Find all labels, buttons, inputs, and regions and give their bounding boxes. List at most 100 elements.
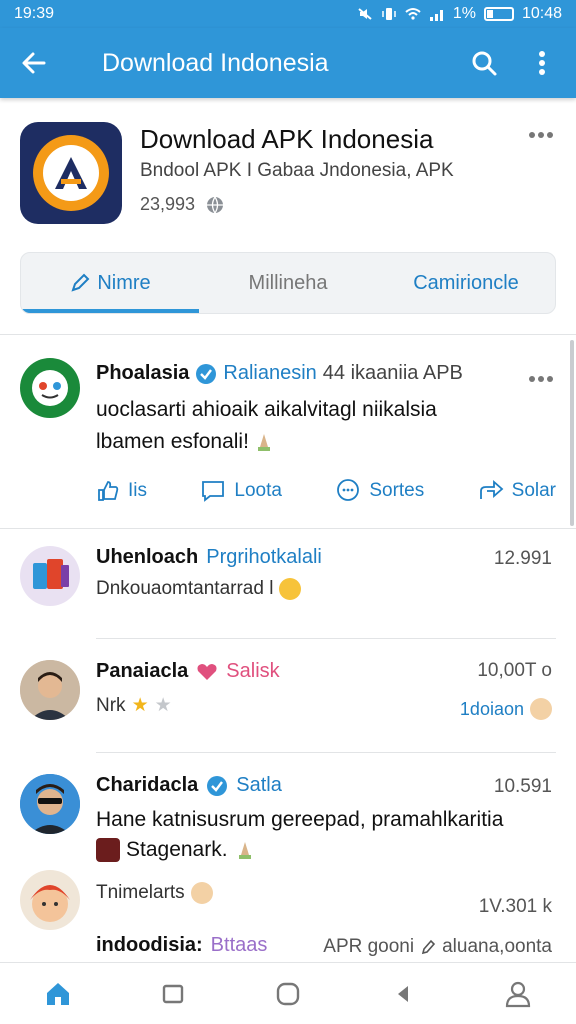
nav-home[interactable]: [28, 969, 88, 1019]
mute-icon: [358, 8, 372, 20]
pencil-icon: [71, 273, 90, 292]
comment-icon: [202, 481, 225, 502]
more-horizontal-icon: [529, 376, 553, 382]
scrollbar[interactable]: [570, 340, 574, 526]
list-item[interactable]: Tnimelarts 1V.301 k: [0, 866, 576, 936]
circle-home-icon: [276, 982, 300, 1005]
phones-avatar-icon: [33, 559, 69, 589]
divider: [0, 334, 576, 335]
pray-emoji-icon: [238, 842, 251, 859]
app-info-more-button[interactable]: [528, 126, 554, 144]
verified-icon: [207, 775, 228, 796]
item-text-2: Stagenark.: [126, 838, 228, 861]
emoji-icon: [96, 838, 120, 862]
post-header: Phoalasia Ralianesin 44 ikaaniia APB: [96, 362, 463, 385]
app-subtitle: Bndool APK I Gabaa Jndonesia, APK: [140, 160, 454, 181]
nav-back[interactable]: [373, 969, 433, 1019]
divider: [96, 752, 556, 753]
app-bar-title: Download Indonesia: [102, 48, 329, 77]
like-button[interactable]: Iis: [96, 478, 147, 504]
avatar[interactable]: [20, 358, 80, 418]
globe-icon: [207, 196, 224, 213]
item-text: Nrk: [96, 694, 126, 716]
avatar: [20, 870, 80, 930]
send-button[interactable]: Solar: [478, 478, 556, 504]
share-button[interactable]: Sortes: [335, 478, 424, 504]
share-arrow-icon: [479, 480, 504, 499]
app-meta: 23,993: [140, 194, 225, 215]
divider: [0, 528, 576, 529]
post-meta: 44 ikaaniia APB: [322, 362, 463, 384]
post-tag[interactable]: Ralianesin: [223, 362, 316, 385]
vibrate-icon: [382, 8, 396, 20]
member-count: 23,993: [140, 194, 196, 214]
battery-percent: 1%: [452, 5, 476, 22]
post-actions: Iis Loota Sortes Solar: [96, 478, 556, 504]
avatar: [20, 546, 80, 606]
bottom-nav: [0, 962, 576, 1024]
pray-emoji-icon: [257, 434, 270, 451]
profile-icon: [506, 981, 531, 1007]
square-icon: [162, 984, 183, 1003]
item-count: 12.991: [493, 548, 552, 569]
item-name: Panaiacla: [96, 660, 189, 682]
battery-icon: [483, 7, 514, 21]
nav-profile[interactable]: [488, 969, 548, 1019]
nav-recent[interactable]: [143, 969, 203, 1019]
item-name: Uhenloach: [96, 546, 199, 568]
list-item[interactable]: Charidacla Satla Hane katnisusrum gereep…: [0, 754, 576, 874]
item-meta: APR gooni: [323, 936, 415, 957]
tab-bar: Nimre Millineha Camirioncle: [20, 252, 556, 314]
post-body: uoclasarti ahioaik aikalvitagl niikalsia…: [96, 398, 437, 453]
post-author[interactable]: Phoalasia: [96, 362, 189, 385]
post-more-button[interactable]: [528, 370, 554, 388]
featured-post: Phoalasia Ralianesin 44 ikaaniia APB uoc…: [0, 340, 576, 526]
search-button[interactable]: [462, 41, 506, 85]
tab-1[interactable]: Millineha: [199, 253, 377, 313]
item-tag: Salisk: [226, 660, 280, 682]
status-clock: 10:48: [521, 5, 562, 22]
list-item[interactable]: indoodisia: Bttaas APR gooni aluana,oont…: [0, 930, 576, 962]
item-name: Tnimelarts: [96, 882, 185, 903]
emoji-icon: [530, 698, 552, 720]
tab-0[interactable]: Nimre: [21, 253, 199, 313]
back-triangle-icon: [398, 985, 409, 1002]
wifi-icon: [405, 8, 421, 20]
nav-home-circle[interactable]: [258, 969, 318, 1019]
item-tag: Satla: [236, 774, 282, 796]
app-logo: [20, 122, 122, 224]
apk-logo-icon: [55, 157, 87, 189]
item-tag: Prgrihotkalali: [206, 546, 322, 568]
avatar: [20, 660, 80, 720]
item-count: 1V.301 k: [478, 896, 552, 917]
status-bar: 19:39 1% 10:48: [0, 0, 576, 28]
arrow-left-icon: [22, 52, 46, 74]
tab-2[interactable]: Camirioncle: [377, 253, 555, 313]
back-button[interactable]: [12, 41, 56, 85]
comment-button[interactable]: Loota: [200, 478, 282, 504]
item-meta-2: aluana,oonta: [442, 936, 552, 957]
emoji-icon: [279, 578, 302, 600]
item-tag: Bttaas: [210, 934, 268, 956]
divider: [96, 638, 556, 639]
cartoon-avatar-icon: [30, 885, 70, 922]
more-vertical-icon: [539, 51, 545, 75]
pencil-icon: [422, 939, 436, 955]
item-badge: 1doiaon: [460, 698, 552, 720]
thumbs-up-icon: [98, 481, 119, 501]
robot-avatar-icon: [32, 370, 68, 406]
list-item[interactable]: Uhenloach Prgrihotkalali Dnkouaomtantarr…: [0, 530, 576, 642]
search-icon: [472, 51, 497, 76]
overflow-menu-button[interactable]: [520, 41, 564, 85]
item-count: 10.591: [493, 776, 552, 797]
person-sunglasses-avatar-icon: [20, 774, 80, 834]
home-icon: [46, 982, 69, 1005]
heart-icon: [197, 663, 217, 680]
person-avatar-icon: [20, 660, 80, 720]
item-count: 10,00T o: [477, 660, 552, 681]
verified-icon: [196, 363, 217, 384]
star-empty-icon: ★: [154, 695, 172, 716]
avatar: [20, 774, 80, 834]
signal-icon: [429, 10, 443, 21]
list-item[interactable]: Panaiacla Salisk Nrk ★ ★ 10,00T o 1doiao…: [0, 640, 576, 752]
